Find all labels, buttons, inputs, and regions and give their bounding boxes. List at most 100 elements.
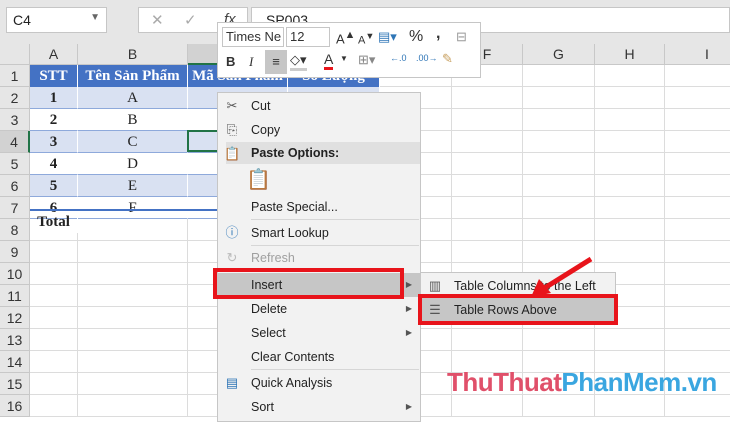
cell[interactable]: [30, 351, 78, 373]
cell[interactable]: [595, 87, 665, 109]
column-header-b[interactable]: B: [78, 44, 188, 65]
menu-item-clear-contents[interactable]: Clear Contents: [218, 345, 420, 369]
menu-item-copy[interactable]: ⎘ Copy: [218, 118, 420, 142]
cell[interactable]: [30, 373, 78, 395]
table-cell[interactable]: A: [78, 87, 188, 109]
cell[interactable]: [78, 395, 188, 417]
cell[interactable]: [523, 131, 595, 153]
cell[interactable]: [595, 65, 665, 87]
total-label[interactable]: Total: [30, 211, 78, 233]
fill-color-icon[interactable]: ◇▾: [290, 52, 307, 71]
cell[interactable]: [30, 395, 78, 417]
cell[interactable]: [452, 87, 523, 109]
cell[interactable]: [78, 351, 188, 373]
cell[interactable]: [452, 153, 523, 175]
table-header-cell[interactable]: Tên Sản Phẩm: [78, 65, 188, 87]
comma-button[interactable]: ,: [436, 25, 440, 43]
paste-icon[interactable]: 📋: [246, 167, 271, 195]
cell[interactable]: [78, 219, 188, 241]
cell[interactable]: [665, 241, 730, 263]
row-header[interactable]: 2: [0, 87, 30, 109]
cell[interactable]: [665, 285, 730, 307]
enter-icon[interactable]: ✓: [184, 11, 197, 29]
row-header[interactable]: 15: [0, 373, 30, 395]
cell[interactable]: [665, 87, 730, 109]
row-header[interactable]: 3: [0, 109, 30, 131]
column-header-i[interactable]: I: [665, 44, 730, 65]
row-header[interactable]: 14: [0, 351, 30, 373]
borders-icon[interactable]: ⊞▾: [358, 52, 375, 68]
accounting-format-icon[interactable]: ▤▾: [378, 29, 397, 45]
cell[interactable]: [665, 131, 730, 153]
cell[interactable]: [665, 109, 730, 131]
cell[interactable]: [595, 197, 665, 219]
cell[interactable]: [595, 109, 665, 131]
table-cell[interactable]: 3: [30, 131, 78, 153]
center-align-icon[interactable]: ≡: [265, 50, 287, 74]
cell[interactable]: [665, 65, 730, 87]
font-size-select[interactable]: 12: [286, 27, 330, 47]
font-color-icon[interactable]: A: [324, 51, 334, 70]
row-header[interactable]: 13: [0, 329, 30, 351]
font-name-select[interactable]: Times Ne: [222, 27, 284, 47]
merge-icon[interactable]: ⊟: [456, 29, 467, 45]
cell[interactable]: [665, 329, 730, 351]
cell[interactable]: [523, 197, 595, 219]
decrease-decimal-icon[interactable]: .00→: [416, 53, 438, 63]
row-header[interactable]: 12: [0, 307, 30, 329]
table-cell[interactable]: D: [78, 153, 188, 175]
cell[interactable]: [523, 329, 595, 351]
row-header[interactable]: 5: [0, 153, 30, 175]
increase-font-icon[interactable]: A▲: [336, 29, 355, 46]
cell[interactable]: [595, 241, 665, 263]
cell[interactable]: [452, 395, 523, 417]
cell[interactable]: [665, 219, 730, 241]
bold-button[interactable]: B: [226, 54, 235, 69]
row-header[interactable]: 8: [0, 219, 30, 241]
chevron-down-icon[interactable]: ▼: [340, 54, 348, 63]
cell[interactable]: [523, 65, 595, 87]
row-header[interactable]: 1: [0, 65, 30, 87]
menu-item-sort[interactable]: Sort ▶: [218, 395, 420, 419]
cell[interactable]: [595, 175, 665, 197]
row-header[interactable]: 16: [0, 395, 30, 417]
cell[interactable]: [78, 263, 188, 285]
cell[interactable]: [78, 373, 188, 395]
cell[interactable]: [452, 197, 523, 219]
cell[interactable]: [523, 175, 595, 197]
menu-item-select[interactable]: Select ▶: [218, 321, 420, 345]
cell[interactable]: [30, 263, 78, 285]
cell[interactable]: [452, 131, 523, 153]
cell[interactable]: [595, 219, 665, 241]
cell[interactable]: [665, 153, 730, 175]
row-header[interactable]: 6: [0, 175, 30, 197]
row-header[interactable]: 4: [0, 131, 30, 153]
increase-decimal-icon[interactable]: ←.0: [390, 53, 407, 63]
cell[interactable]: [452, 329, 523, 351]
chevron-down-icon[interactable]: ▼: [90, 12, 100, 23]
cell[interactable]: [665, 175, 730, 197]
menu-item-smart-lookup[interactable]: ⓘ Smart Lookup: [218, 221, 420, 245]
cell[interactable]: [78, 329, 188, 351]
table-cell[interactable]: F: [78, 197, 188, 219]
italic-button[interactable]: I: [249, 54, 253, 70]
column-header-a[interactable]: A: [30, 44, 78, 65]
menu-item-cut[interactable]: ✂ Cut: [218, 94, 420, 118]
cell[interactable]: [452, 219, 523, 241]
cell[interactable]: [595, 395, 665, 417]
format-painter-icon[interactable]: ✎: [442, 51, 453, 67]
cell[interactable]: [665, 263, 730, 285]
cell[interactable]: [665, 395, 730, 417]
menu-item-quick-analysis[interactable]: ▤ Quick Analysis: [218, 371, 420, 395]
cell[interactable]: [523, 153, 595, 175]
cell[interactable]: [452, 109, 523, 131]
cell[interactable]: [30, 285, 78, 307]
percent-button[interactable]: %: [409, 28, 423, 46]
cell[interactable]: [595, 329, 665, 351]
table-cell[interactable]: E: [78, 175, 188, 197]
column-header-h[interactable]: H: [595, 44, 665, 65]
table-cell[interactable]: B: [78, 109, 188, 131]
cell[interactable]: [78, 307, 188, 329]
cell[interactable]: [452, 241, 523, 263]
decrease-font-icon[interactable]: A▼: [358, 31, 374, 47]
